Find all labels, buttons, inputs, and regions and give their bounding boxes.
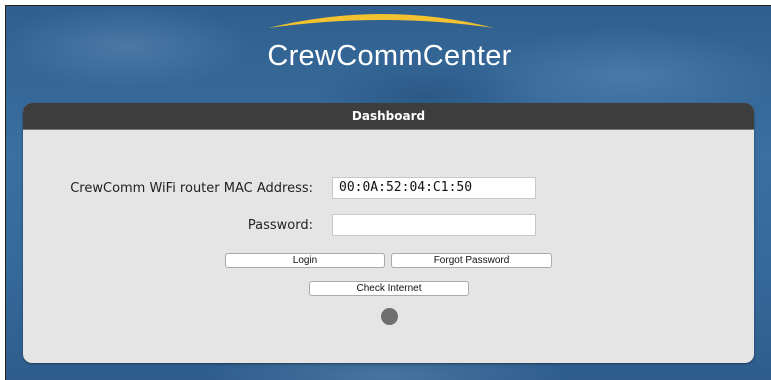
password-field[interactable] <box>332 214 536 236</box>
dashboard-panel: Dashboard CrewComm WiFi router MAC Addre… <box>23 103 754 363</box>
check-internet-button[interactable]: Check Internet <box>309 281 469 296</box>
mac-address-label: CrewComm WiFi router MAC Address: <box>70 181 313 196</box>
password-label: Password: <box>247 218 313 233</box>
page-background: CrewCommCenter Dashboard CrewComm WiFi r… <box>5 5 771 380</box>
login-button[interactable]: Login <box>225 253 385 268</box>
brand-title: CrewCommCenter <box>267 40 512 72</box>
connection-status-indicator <box>381 308 398 325</box>
panel-title: Dashboard <box>23 103 754 130</box>
forgot-password-button[interactable]: Forgot Password <box>391 253 552 268</box>
mac-address-field[interactable]: 00:0A:52:04:C1:50 <box>332 177 536 199</box>
